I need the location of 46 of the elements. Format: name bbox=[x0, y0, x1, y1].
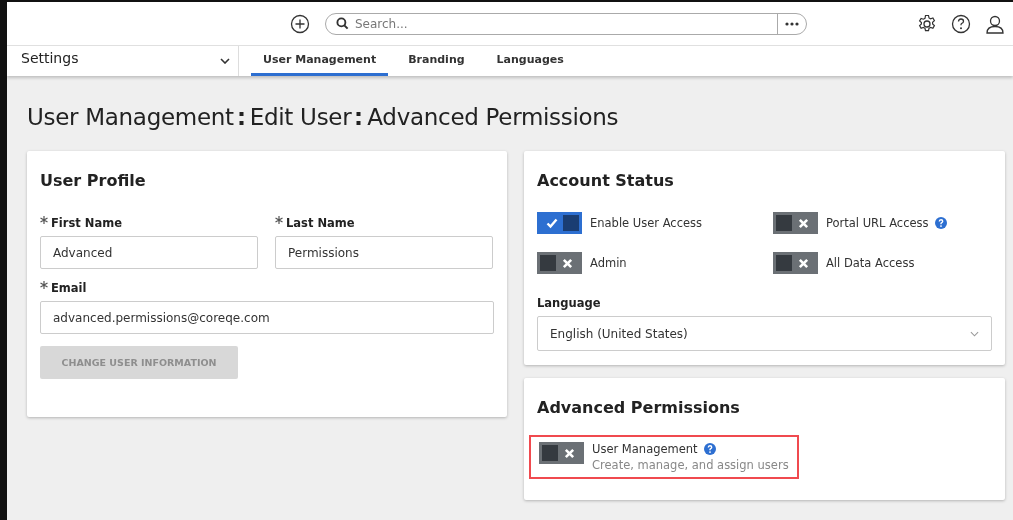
chevron-down-icon bbox=[970, 330, 979, 337]
toggle-switch[interactable] bbox=[537, 252, 582, 274]
help-icon[interactable] bbox=[951, 13, 971, 34]
close-icon bbox=[798, 217, 809, 229]
breadcrumb-title: User Management bbox=[27, 104, 234, 130]
toggle-label: All Data Access bbox=[826, 256, 915, 270]
card-title: Advanced Permissions bbox=[537, 398, 741, 417]
toggle-label: Portal URL Access bbox=[826, 216, 929, 230]
close-icon bbox=[798, 257, 809, 269]
more-icon bbox=[785, 21, 799, 26]
chevron-down-icon bbox=[220, 58, 230, 64]
toggle-switch[interactable] bbox=[773, 252, 818, 274]
required-icon bbox=[40, 281, 48, 289]
toggle-label: Admin bbox=[590, 256, 627, 270]
text-field[interactable]: Advanced bbox=[40, 236, 258, 269]
nav-tab[interactable]: Branding bbox=[396, 46, 477, 76]
toggle-switch[interactable] bbox=[539, 442, 584, 464]
toggle-label: User Management bbox=[592, 442, 698, 456]
required-icon bbox=[275, 216, 283, 224]
check-icon bbox=[546, 217, 558, 229]
field-label: Last Name bbox=[286, 216, 355, 230]
search-input[interactable]: Search... bbox=[355, 16, 771, 31]
text-field[interactable]: advanced.permissions@coreqe.com bbox=[40, 301, 494, 334]
add-icon[interactable] bbox=[290, 13, 310, 34]
breadcrumb-title: Advanced Permissions bbox=[367, 104, 619, 130]
language-select[interactable]: English (United States) bbox=[537, 316, 992, 351]
search-icon bbox=[336, 17, 349, 30]
nav-tab[interactable]: User Management bbox=[251, 46, 389, 76]
user-icon[interactable] bbox=[985, 13, 1005, 34]
settings-icon[interactable] bbox=[917, 13, 937, 34]
close-icon bbox=[564, 447, 575, 459]
section-dropdown[interactable]: Settings bbox=[7, 46, 239, 76]
card-title: User Profile bbox=[40, 171, 147, 190]
toggle-switch[interactable] bbox=[537, 212, 582, 234]
toggle-switch[interactable] bbox=[773, 212, 818, 234]
text-field[interactable]: Permissions bbox=[275, 236, 493, 269]
breadcrumb-title: Edit User bbox=[249, 104, 352, 130]
toggle-description: Create, manage, and assign users bbox=[592, 458, 789, 472]
field-label: Language bbox=[537, 296, 601, 310]
card-title: Account Status bbox=[537, 171, 675, 190]
close-icon bbox=[562, 257, 573, 269]
nav-tab[interactable]: Languages bbox=[484, 46, 576, 76]
required-icon bbox=[40, 216, 48, 224]
field-label: Email bbox=[51, 281, 87, 295]
field-label: First Name bbox=[51, 216, 122, 230]
toggle-label: Enable User Access bbox=[590, 216, 703, 230]
